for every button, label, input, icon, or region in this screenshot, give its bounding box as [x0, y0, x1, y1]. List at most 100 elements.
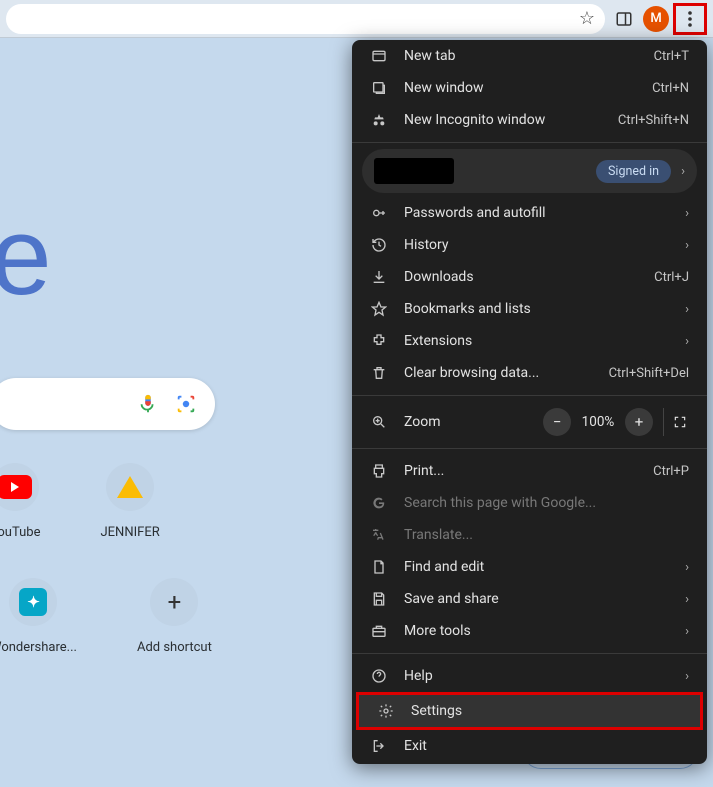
zoom-out-button[interactable]: −: [543, 408, 571, 436]
profile-name-redacted: [374, 158, 454, 184]
search-bar[interactable]: [0, 378, 215, 430]
shortcut-add[interactable]: + Add shortcut: [137, 578, 212, 655]
menu-label: Clear browsing data...: [404, 365, 609, 381]
menu-label: Exit: [404, 738, 689, 754]
menu-save-share[interactable]: Save and share ›: [352, 583, 707, 615]
menu-separator: [352, 448, 707, 449]
profile-avatar[interactable]: M: [643, 6, 669, 32]
chevron-right-icon: ›: [685, 592, 689, 607]
menu-new-window[interactable]: New window Ctrl+N: [352, 72, 707, 104]
omnibox[interactable]: ☆: [6, 4, 605, 34]
menu-profile-row[interactable]: Signed in ›: [362, 149, 697, 193]
help-icon: [370, 668, 388, 684]
youtube-icon: [0, 475, 32, 499]
menu-label: Find and edit: [404, 559, 685, 575]
menu-separator: [352, 395, 707, 396]
shortcut-youtube[interactable]: YouTube: [0, 463, 41, 540]
toolbox-icon: [370, 623, 388, 639]
menu-label: New Incognito window: [404, 112, 618, 128]
shortcut-jennifer[interactable]: JENNIFER: [101, 463, 160, 540]
shortcut-label: YouTube: [0, 525, 41, 540]
menu-label: More tools: [404, 623, 685, 639]
menu-separator: [352, 653, 707, 654]
menu-label: New window: [404, 80, 652, 96]
menu-more-tools[interactable]: More tools ›: [352, 615, 707, 647]
incognito-icon: [370, 112, 388, 128]
menu-label: History: [404, 237, 685, 253]
settings-highlight: Settings: [356, 692, 703, 730]
fullscreen-button[interactable]: [663, 408, 695, 436]
chevron-right-icon: ›: [685, 624, 689, 639]
menu-help[interactable]: Help ›: [352, 660, 707, 692]
menu-label: Bookmarks and lists: [404, 301, 685, 317]
menu-new-tab[interactable]: New tab Ctrl+T: [352, 40, 707, 72]
gear-icon: [377, 703, 395, 719]
menu-label: Help: [404, 668, 685, 684]
menu-accel: Ctrl+T: [654, 49, 689, 64]
menu-label: Settings: [411, 703, 682, 719]
menu-print[interactable]: Print... Ctrl+P: [352, 455, 707, 487]
drive-icon: [117, 476, 143, 498]
menu-new-incognito[interactable]: New Incognito window Ctrl+Shift+N: [352, 104, 707, 136]
google-logo-fragment: le: [0, 193, 48, 320]
new-window-icon: [370, 80, 388, 96]
shortcut-label: Add shortcut: [137, 640, 212, 655]
menu-label: Print...: [404, 463, 653, 479]
chevron-right-icon: ›: [685, 560, 689, 575]
menu-separator: [352, 142, 707, 143]
plus-icon: +: [168, 588, 182, 616]
history-icon: [370, 237, 388, 253]
zoom-label: Zoom: [404, 414, 543, 430]
menu-translate: Translate...: [352, 519, 707, 551]
menu-extensions[interactable]: Extensions ›: [352, 325, 707, 357]
translate-icon: [370, 527, 388, 543]
menu-label: Passwords and autofill: [404, 205, 685, 221]
new-tab-icon: [370, 48, 388, 64]
chevron-right-icon: ›: [685, 334, 689, 349]
menu-passwords[interactable]: Passwords and autofill ›: [352, 197, 707, 229]
zoom-icon: [370, 414, 388, 430]
zoom-in-button[interactable]: +: [625, 408, 653, 436]
menu-label: Search this page with Google...: [404, 495, 689, 511]
chevron-right-icon: ›: [685, 302, 689, 317]
kebab-menu-button[interactable]: [673, 3, 707, 35]
menu-bookmarks[interactable]: Bookmarks and lists ›: [352, 293, 707, 325]
voice-search-icon[interactable]: [137, 393, 159, 415]
star-icon[interactable]: ☆: [579, 8, 595, 29]
google-icon: [370, 495, 388, 511]
chevron-right-icon: ›: [685, 206, 689, 221]
menu-clear-browsing[interactable]: Clear browsing data... Ctrl+Shift+Del: [352, 357, 707, 389]
menu-downloads[interactable]: Downloads Ctrl+J: [352, 261, 707, 293]
shortcuts-row-2: ✦ Wondershare... + Add shortcut: [0, 578, 212, 655]
download-icon: [370, 269, 388, 285]
menu-accel: Ctrl+Shift+N: [618, 113, 689, 128]
menu-exit[interactable]: Exit: [352, 730, 707, 762]
shortcut-wondershare[interactable]: ✦ Wondershare...: [0, 578, 77, 655]
wondershare-icon: ✦: [19, 588, 47, 616]
browser-toolbar: ☆ M: [0, 0, 713, 38]
shortcuts-row-1: YouTube JENNIFER: [0, 463, 160, 540]
chevron-right-icon: ›: [685, 669, 689, 684]
chrome-menu: New tab Ctrl+T New window Ctrl+N New Inc…: [352, 40, 707, 764]
menu-find-edit[interactable]: Find and edit ›: [352, 551, 707, 583]
menu-label: Translate...: [404, 527, 689, 543]
extension-icon: [370, 333, 388, 349]
menu-accel: Ctrl+Shift+Del: [609, 366, 689, 381]
menu-accel: Ctrl+J: [654, 270, 689, 285]
menu-settings[interactable]: Settings: [359, 695, 700, 727]
menu-label: Save and share: [404, 591, 685, 607]
lens-icon[interactable]: [175, 393, 197, 415]
chevron-right-icon: ›: [681, 164, 685, 179]
side-panel-icon[interactable]: [609, 4, 639, 34]
zoom-value: 100%: [577, 414, 619, 430]
shortcut-label: Wondershare...: [0, 640, 77, 655]
menu-accel: Ctrl+N: [652, 81, 689, 96]
shortcut-label: JENNIFER: [101, 525, 160, 540]
document-icon: [370, 559, 388, 575]
exit-icon: [370, 738, 388, 754]
menu-history[interactable]: History ›: [352, 229, 707, 261]
signed-in-badge: Signed in: [596, 160, 671, 183]
menu-label: New tab: [404, 48, 654, 64]
chevron-right-icon: ›: [685, 238, 689, 253]
key-icon: [370, 205, 388, 221]
